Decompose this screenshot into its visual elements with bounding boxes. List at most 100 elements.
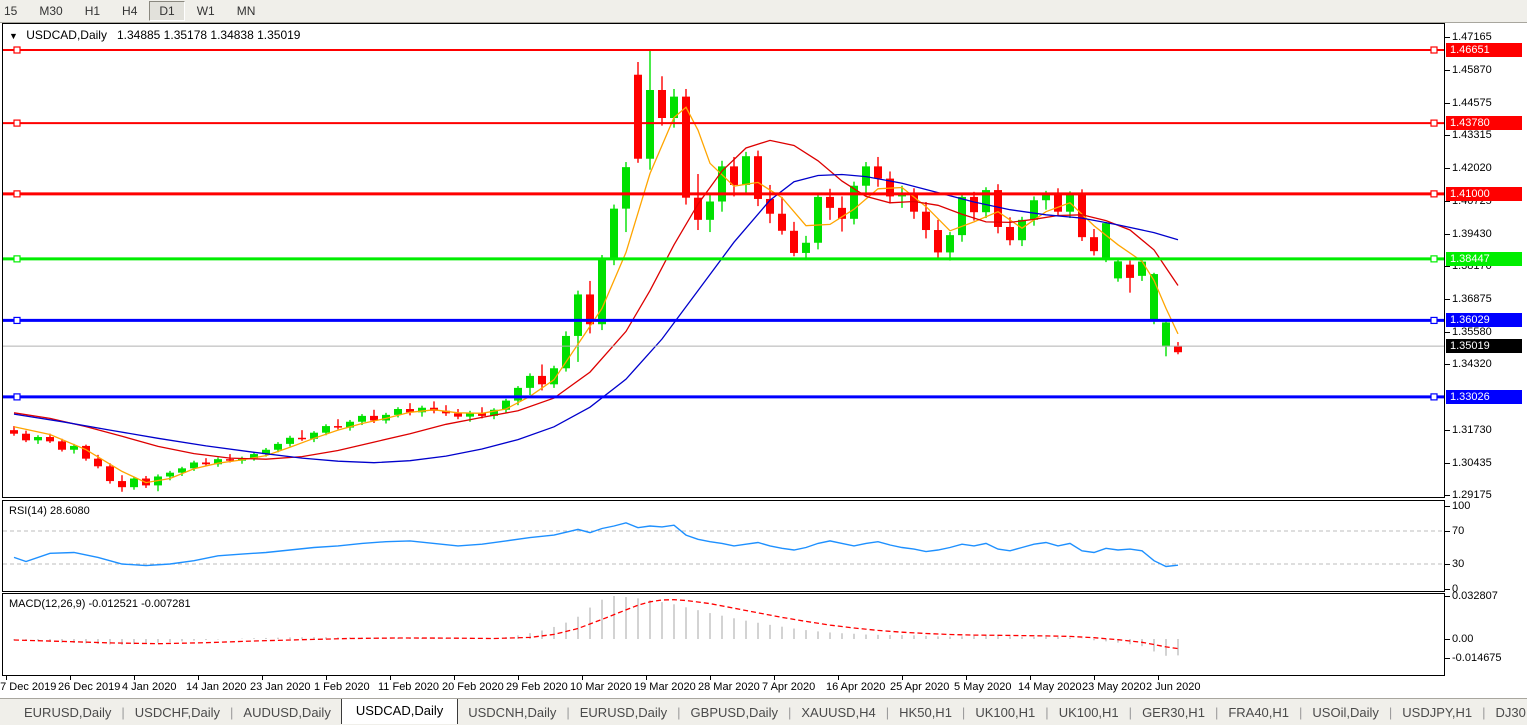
- rsi-axis-label: 100: [1452, 499, 1470, 513]
- timeframe-button-mn[interactable]: MN: [227, 1, 266, 21]
- macd-axis-tick: [1445, 639, 1450, 640]
- time-axis-label: 16 Apr 2020: [826, 681, 885, 693]
- line-handle-left[interactable]: [14, 256, 20, 262]
- chart-tab-usdcnh-daily[interactable]: USDCNH,Daily: [458, 702, 566, 723]
- chart-tab-fra40-h1[interactable]: FRA40,H1: [1218, 702, 1299, 723]
- price-axis-label: 1.42020: [1452, 161, 1492, 175]
- price-axis-label: 1.35580: [1452, 325, 1492, 339]
- price-axis-label: 1.34320: [1452, 357, 1492, 371]
- price-axis-label: 1.44575: [1452, 96, 1492, 110]
- price-axis-tick: [1445, 37, 1450, 38]
- price-line-1.36029[interactable]: [3, 317, 1444, 323]
- time-axis-tick: [134, 676, 135, 680]
- timeframe-button-h1[interactable]: H1: [75, 1, 110, 21]
- chevron-down-icon[interactable]: ▼: [9, 31, 18, 41]
- price-axis-label: 1.45870: [1452, 63, 1492, 77]
- rsi-axis-label: 70: [1452, 524, 1464, 538]
- chart-tab-xauusd-h4[interactable]: XAUUSD,H4: [791, 702, 885, 723]
- macd-axis-tick: [1445, 658, 1450, 659]
- macd-axis-label: 0.032807: [1452, 589, 1498, 603]
- price-axis-tick: [1445, 70, 1450, 71]
- timeframe-button-15[interactable]: 15: [0, 1, 27, 21]
- chart-tab-uk100-h1[interactable]: UK100,H1: [965, 702, 1045, 723]
- rsi-axis-tick: [1445, 564, 1450, 565]
- time-axis-tick: [966, 676, 967, 680]
- line-handle-right[interactable]: [1431, 47, 1437, 53]
- chart-tab-hk50-h1[interactable]: HK50,H1: [889, 702, 962, 723]
- chart-tab-ger30-h1[interactable]: GER30,H1: [1132, 702, 1215, 723]
- chart-tab-usoil-daily[interactable]: USOil,Daily: [1302, 702, 1388, 723]
- price-axis-tick: [1445, 266, 1450, 267]
- line-handle-left[interactable]: [14, 394, 20, 400]
- price-line-badge-1.36029: 1.36029: [1446, 313, 1522, 327]
- price-line-badge-1.41000: 1.41000: [1446, 187, 1522, 201]
- macd-chart-canvas[interactable]: [0, 593, 1445, 676]
- chart-tab-gbpusd-daily[interactable]: GBPUSD,Daily: [681, 702, 788, 723]
- chart-tab-usdjpy-h1[interactable]: USDJPY,H1: [1392, 702, 1482, 723]
- macd-axis-label: 0.00: [1452, 632, 1473, 646]
- line-handle-right[interactable]: [1431, 120, 1437, 126]
- line-handle-right[interactable]: [1431, 256, 1437, 262]
- ma-line-ma-mid-red: [14, 140, 1178, 459]
- price-line-1.46651[interactable]: [3, 47, 1444, 53]
- line-handle-left[interactable]: [14, 317, 20, 323]
- time-axis-tick: [774, 676, 775, 680]
- rsi-chart-canvas[interactable]: [0, 500, 1445, 592]
- chart-tab-usdchf-daily[interactable]: USDCHF,Daily: [125, 702, 230, 723]
- price-axis-tick: [1445, 364, 1450, 365]
- chart-tab-eurusd-daily[interactable]: EURUSD,Daily: [570, 702, 677, 723]
- time-axis-label: 10 Mar 2020: [570, 681, 632, 693]
- time-axis-tick: [902, 676, 903, 680]
- line-handle-left[interactable]: [14, 47, 20, 53]
- price-line-badge-1.33026: 1.33026: [1446, 390, 1522, 404]
- timeframe-button-d1[interactable]: D1: [149, 1, 184, 21]
- time-axis-label: 29 Feb 2020: [506, 681, 568, 693]
- time-axis-label: 2 Jun 2020: [1146, 681, 1200, 693]
- chart-tab-dj30-h1[interactable]: DJ30,H1: [1486, 702, 1527, 723]
- current-price-badge: 1.35019: [1446, 339, 1522, 353]
- timeframe-button-h4[interactable]: H4: [112, 1, 147, 21]
- time-axis-tick: [70, 676, 71, 680]
- line-handle-right[interactable]: [1431, 191, 1437, 197]
- chart-tab-usdcad-daily[interactable]: USDCAD,Daily: [341, 698, 458, 724]
- line-handle-right[interactable]: [1431, 394, 1437, 400]
- price-axis-label: 1.30435: [1452, 456, 1492, 470]
- ma-line-ma-slow-blue: [14, 175, 1178, 463]
- timeframe-button-m30[interactable]: M30: [29, 1, 72, 21]
- time-axis-label: 26 Dec 2019: [58, 681, 120, 693]
- chart-tab-uk100-h1[interactable]: UK100,H1: [1049, 702, 1129, 723]
- time-axis-label: 20 Feb 2020: [442, 681, 504, 693]
- time-axis-tick: [582, 676, 583, 680]
- price-chart-canvas[interactable]: [0, 23, 1445, 498]
- macd-axis-tick: [1445, 596, 1450, 597]
- price-axis-label: 1.31730: [1452, 423, 1492, 437]
- chart-tab-audusd-daily[interactable]: AUDUSD,Daily: [233, 702, 340, 723]
- line-handle-right[interactable]: [1431, 317, 1437, 323]
- price-axis-tick: [1445, 299, 1450, 300]
- price-axis-tick: [1445, 234, 1450, 235]
- symbol-tabbar: EURUSD,Daily|USDCHF,Daily|AUDUSD,DailyUS…: [0, 698, 1527, 725]
- price-line-1.33026[interactable]: [3, 394, 1444, 400]
- time-axis-tick: [1030, 676, 1031, 680]
- price-axis-tick: [1445, 430, 1450, 431]
- chart-tab-eurusd-daily[interactable]: EURUSD,Daily: [14, 702, 121, 723]
- price-axis-label: 1.43315: [1452, 128, 1492, 142]
- time-axis-tick: [454, 676, 455, 680]
- candles-layer: [10, 50, 1182, 492]
- price-line-1.43780[interactable]: [3, 120, 1444, 126]
- timeframe-toolbar: 15M30H1H4D1W1MN: [0, 0, 1527, 23]
- time-axis-label: 23 May 2020: [1082, 681, 1146, 693]
- chart-ohlc-values: 1.34885 1.35178 1.34838 1.35019: [117, 28, 301, 42]
- time-axis-label: 25 Apr 2020: [890, 681, 949, 693]
- ma-line-ma-fast-orange: [14, 107, 1178, 482]
- price-line-badge-1.46651: 1.46651: [1446, 43, 1522, 57]
- time-axis-label: 23 Jan 2020: [250, 681, 311, 693]
- rsi-axis-tick: [1445, 506, 1450, 507]
- rsi-line: [14, 523, 1178, 567]
- price-axis-tick: [1445, 103, 1450, 104]
- line-handle-left[interactable]: [14, 191, 20, 197]
- line-handle-left[interactable]: [14, 120, 20, 126]
- price-axis-label: 1.47165: [1452, 30, 1492, 44]
- timeframe-button-w1[interactable]: W1: [187, 1, 225, 21]
- price-axis-tick: [1445, 463, 1450, 464]
